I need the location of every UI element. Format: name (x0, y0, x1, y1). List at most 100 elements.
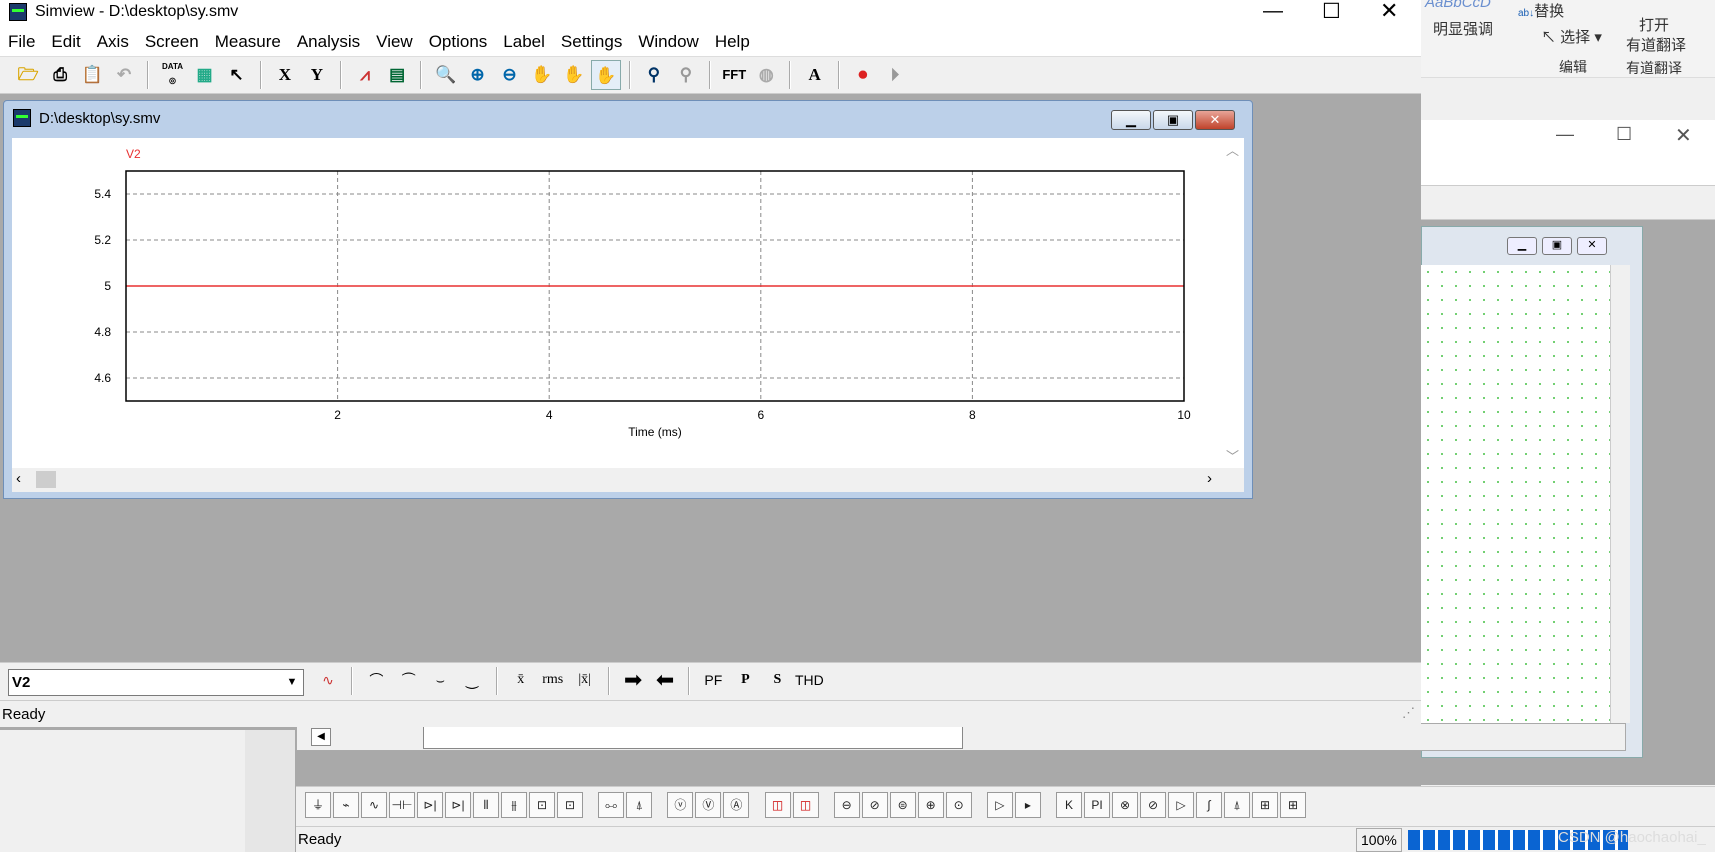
igbt-icon[interactable]: ⫴ (473, 792, 499, 818)
arrow-left-icon[interactable]: ⬅ (649, 665, 681, 695)
scroll-left-icon[interactable]: ◀ (311, 728, 331, 746)
clipboard-icon[interactable]: 📋 (77, 60, 107, 90)
step-source-icon[interactable]: ⊙ (945, 792, 972, 818)
minimize-icon[interactable]: — (1556, 124, 1574, 145)
menu-window[interactable]: Window (630, 27, 706, 52)
inductor-icon[interactable]: ∿ (361, 792, 387, 818)
thd-button[interactable]: THD (793, 665, 825, 695)
scroll-right-icon[interactable]: › (1207, 470, 1212, 487)
close-icon[interactable]: ✕ (1675, 123, 1692, 148)
zoom-in-icon[interactable]: ⊕ (463, 60, 493, 90)
minimize-icon[interactable]: — (1263, 0, 1283, 23)
variable-select[interactable]: V2 ▼ (8, 669, 304, 696)
menu-help[interactable]: Help (707, 27, 758, 52)
node-icon[interactable]: ⍋ (1224, 792, 1251, 818)
capacitor-icon[interactable]: ⊣⊢ (389, 792, 415, 818)
divider-icon[interactable]: ⊘ (1140, 792, 1167, 818)
ammeter-icon[interactable]: Ⓐ (723, 792, 750, 818)
play-icon[interactable]: ⏵ (880, 60, 910, 90)
rms-button[interactable]: rms (537, 665, 569, 695)
scroll-thumb[interactable] (36, 471, 56, 488)
menu-edit[interactable]: Edit (43, 27, 88, 52)
zoom-out-icon[interactable]: ⊖ (495, 60, 525, 90)
hand-icon[interactable]: ✋ (590, 60, 621, 90)
print-icon[interactable]: ⎙ (45, 60, 75, 90)
dc-source-icon[interactable]: ⊖ (833, 792, 860, 818)
menu-view[interactable]: View (368, 27, 421, 52)
voltage-probe-icon[interactable]: ⓥ (667, 792, 694, 818)
schematic-close-icon[interactable]: ✕ (1577, 237, 1607, 255)
scope2-icon[interactable]: ◫ (792, 792, 819, 818)
ac-source-icon[interactable]: ⊘ (861, 792, 888, 818)
resize-grip-icon[interactable]: ⋰ (1402, 705, 1415, 721)
thyristor-icon[interactable]: ⊳| (445, 792, 471, 818)
emphasis-style[interactable]: 明显强调 (1433, 18, 1493, 39)
schematic-horizontal-scrollbar[interactable]: ◀ (296, 723, 1626, 751)
schematic-canvas[interactable] (1421, 265, 1616, 723)
menu-label[interactable]: Label (495, 27, 553, 52)
current-source-icon[interactable]: ⊕ (917, 792, 944, 818)
resistor-icon[interactable]: ⌁ (333, 792, 359, 818)
switch-icon[interactable]: ⊡ (529, 792, 555, 818)
plot-close-button[interactable]: ✕ (1195, 110, 1235, 130)
comparator-icon[interactable]: ▷ (986, 792, 1013, 818)
summer-icon[interactable]: ⊞ (1252, 792, 1279, 818)
y-axis-button[interactable]: Y (302, 60, 332, 90)
record-icon[interactable]: ⏺ (848, 60, 878, 90)
schematic-vertical-scrollbar[interactable] (1610, 265, 1630, 723)
menu-file[interactable]: File (0, 27, 43, 52)
text-button[interactable]: A (800, 60, 830, 90)
p-button[interactable]: P (729, 665, 761, 695)
open-folder-icon[interactable]: 🗁 (13, 60, 43, 90)
maximize-icon[interactable]: ☐ (1616, 124, 1632, 145)
switch2-icon[interactable]: ⊡ (557, 792, 583, 818)
replace-button[interactable]: ab↓替换 (1518, 0, 1564, 21)
integrator-icon[interactable]: ∫ (1196, 792, 1223, 818)
menu-settings[interactable]: Settings (553, 27, 630, 52)
fit-icon[interactable]: ✋ (527, 60, 557, 90)
mosfet-icon[interactable]: ⫵ (501, 792, 527, 818)
chart-edit-icon[interactable]: ▦ (190, 60, 220, 90)
scroll-left-icon[interactable]: ‹ (16, 470, 21, 487)
measure-text-icon[interactable]: ⚲ (671, 60, 701, 90)
scroll-thumb[interactable] (423, 725, 963, 749)
plot-horizontal-scrollbar[interactable]: ‹ › (12, 468, 1244, 492)
menu-axis[interactable]: Axis (89, 27, 137, 52)
close-icon[interactable]: ✕ (1380, 0, 1398, 24)
fft-button[interactable]: FFT (719, 60, 749, 90)
menu-measure[interactable]: Measure (207, 27, 289, 52)
limiter-icon[interactable]: ▸ (1014, 792, 1041, 818)
arrow-right-icon[interactable]: ➡ (617, 665, 649, 695)
scope-icon[interactable]: ◫ (764, 792, 791, 818)
global-min-icon[interactable]: ⏝ (456, 665, 488, 695)
amplifier-icon[interactable]: ▷ (1168, 792, 1195, 818)
probe-icon[interactable]: ⍋ (626, 792, 653, 818)
mean-button[interactable]: x̄ (505, 665, 537, 695)
pointer-icon[interactable]: ↖ (222, 60, 252, 90)
min-icon[interactable]: ⌣ (424, 665, 456, 695)
summer2-icon[interactable]: ⊞ (1280, 792, 1307, 818)
scale-icon[interactable]: ◍ (751, 60, 781, 90)
transformer-icon[interactable]: ⧟ (598, 792, 625, 818)
add-curve-icon[interactable]: ⩘ (350, 60, 380, 90)
voltmeter-icon[interactable]: Ⓥ (695, 792, 722, 818)
pan-icon[interactable]: ✋ (559, 60, 589, 90)
pf-button[interactable]: PF (697, 665, 729, 695)
menu-analysis[interactable]: Analysis (289, 27, 368, 52)
undo-icon[interactable]: ↶ (109, 60, 139, 90)
scroll-up-icon[interactable]: ︿ (1226, 140, 1239, 159)
maximize-icon[interactable]: ☐ (1322, 0, 1341, 24)
multiplier-icon[interactable]: ⊗ (1112, 792, 1139, 818)
chevron-down-icon[interactable]: ▼ (283, 672, 301, 693)
plot-minimize-button[interactable]: ▁ (1111, 110, 1151, 130)
menu-screen[interactable]: Screen (137, 27, 207, 52)
absmean-button[interactable]: |x̄| (569, 665, 601, 695)
plot-area[interactable]: V2 2 4 6 8 10 5.4 5.2 5 4.8 4.6 Time (ms) (12, 138, 1244, 468)
pi-block-icon[interactable]: PI (1084, 792, 1111, 818)
diode-icon[interactable]: ⊳| (417, 792, 443, 818)
select-button[interactable]: ↖ 选择 ▾ (1541, 26, 1602, 47)
scroll-down-icon[interactable]: ﹀ (1226, 446, 1239, 465)
measure-icon[interactable]: ⚲ (639, 60, 669, 90)
plot-restore-button[interactable]: ▣ (1153, 110, 1193, 130)
waveform-icon[interactable]: ∿ (312, 665, 344, 695)
